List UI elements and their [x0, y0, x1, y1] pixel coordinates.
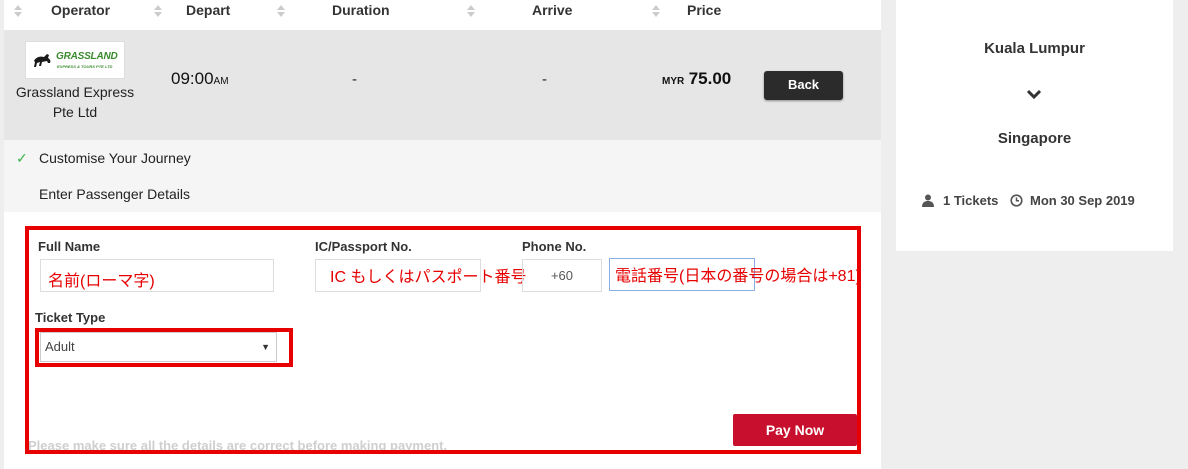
operator-name-line1: Grassland Express: [15, 84, 135, 100]
header-operator[interactable]: Operator: [51, 2, 110, 18]
depart-ampm: AM: [213, 76, 229, 87]
horse-icon: [34, 54, 51, 67]
chevron-down-icon: [1027, 89, 1041, 100]
step-label: Enter Passenger Details: [39, 186, 190, 202]
travel-date: Mon 30 Sep 2019: [1030, 193, 1135, 208]
duration-value: -: [352, 71, 357, 88]
arrive-value: -: [542, 71, 547, 88]
header-depart[interactable]: Depart: [186, 2, 230, 18]
back-button[interactable]: Back: [764, 71, 843, 100]
step-passenger-details[interactable]: Enter Passenger Details: [4, 176, 881, 212]
sort-operator-icon[interactable]: [14, 5, 22, 19]
clock-icon: [1010, 194, 1023, 207]
destination-city: Singapore: [997, 130, 1072, 147]
depart-time: 09:00AM: [171, 69, 229, 89]
check-icon: ✓: [16, 150, 28, 166]
header-arrive[interactable]: Arrive: [532, 2, 572, 18]
operator-name: Grassland Express Pte Ltd: [4, 82, 146, 122]
price: MYR 75.00: [662, 69, 731, 89]
origin-city: Kuala Lumpur: [984, 40, 1085, 57]
price-currency: MYR: [662, 76, 685, 87]
results-table-header: Operator Depart Duration Arrive Price: [4, 0, 881, 26]
header-price[interactable]: Price: [687, 2, 721, 18]
passenger-form: Full Name 名前(ローマ字) IC/Passport No. IC もし…: [4, 212, 881, 469]
user-icon: [922, 194, 934, 207]
sort-duration-icon[interactable]: [277, 5, 285, 19]
depart-time-value: 09:00: [171, 69, 214, 88]
ticket-count: 1 Tickets: [943, 193, 999, 208]
sort-arrive-icon[interactable]: [467, 5, 475, 19]
highlight-box-ticket-type: [35, 328, 293, 367]
step-customise-journey[interactable]: ✓ Customise Your Journey: [4, 140, 881, 176]
step-label: Customise Your Journey: [39, 150, 191, 166]
sort-depart-icon[interactable]: [154, 5, 162, 19]
sort-price-icon[interactable]: [652, 5, 660, 19]
booking-panel: Operator Depart Duration Arrive Price GR…: [4, 0, 881, 469]
operator-logo: GRASSLAND EXPRESS & TOURS PTE LTD: [25, 41, 125, 79]
logo-text: GRASSLAND: [56, 51, 118, 62]
logo-subtext: EXPRESS & TOURS PTE LTD: [57, 64, 113, 69]
trip-summary-card: Kuala Lumpur Singapore 1 Tickets Mon 30 …: [896, 0, 1173, 251]
trip-row: GRASSLAND EXPRESS & TOURS PTE LTD Grassl…: [4, 30, 881, 140]
header-duration[interactable]: Duration: [332, 2, 390, 18]
price-amount: 75.00: [688, 69, 732, 88]
operator-name-line2: Pte Ltd: [52, 104, 98, 120]
